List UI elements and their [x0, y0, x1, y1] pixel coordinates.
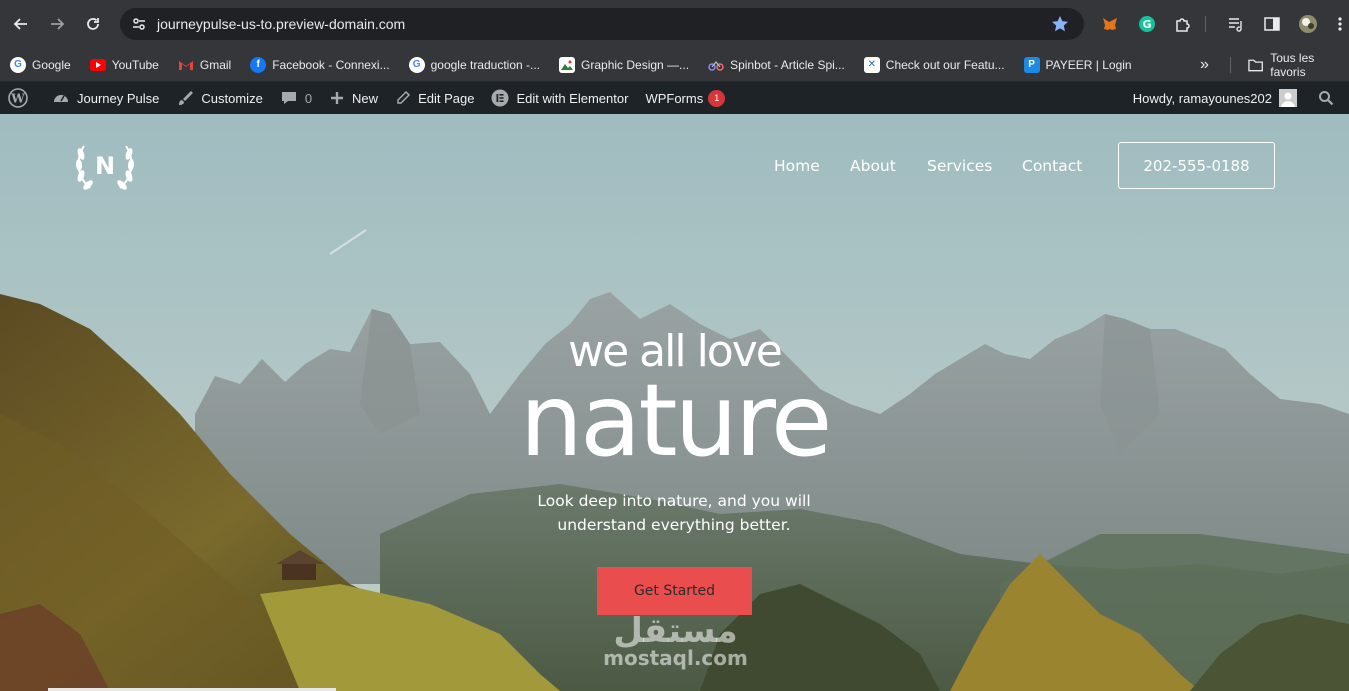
- elementor-label: Edit with Elementor: [516, 90, 629, 106]
- pencil-icon: [397, 90, 411, 104]
- svg-text:W: W: [10, 92, 25, 106]
- nav-home[interactable]: Home: [774, 157, 820, 175]
- wp-admin-bar-right: Howdy, ramayounes202: [1133, 82, 1341, 114]
- all-bookmarks-label: Tous les favoris: [1270, 51, 1315, 79]
- dashboard-gauge-icon: [54, 95, 68, 102]
- mostaql-watermark: مستقل mostaql.com: [593, 612, 758, 670]
- wp-search-button[interactable]: [1318, 90, 1341, 106]
- watermark-arabic: مستقل: [613, 611, 738, 651]
- bookmark-google-traduction[interactable]: G google traduction -...: [408, 56, 541, 73]
- extensions-puzzle-icon[interactable]: [1173, 14, 1193, 34]
- bookmark-gmail[interactable]: Gmail: [178, 57, 231, 73]
- my-account-link[interactable]: Howdy, ramayounes202: [1133, 89, 1304, 107]
- svg-text:G: G: [1142, 18, 1151, 31]
- folder-icon: [1248, 59, 1263, 72]
- url-text[interactable]: journeypulse-us-to.preview-domain.com: [157, 16, 405, 32]
- hero-tagline: Look deep into nature, and you will unde…: [474, 489, 874, 537]
- comments-count: 0: [304, 90, 313, 106]
- comment-bubble-icon: [281, 92, 296, 104]
- wordpress-logo-button[interactable]: W: [8, 88, 35, 108]
- bookmark-star-icon[interactable]: [1050, 14, 1070, 34]
- paintbrush-icon: [179, 91, 194, 105]
- facebook-icon: f: [250, 56, 267, 73]
- gmail-icon: [178, 57, 194, 73]
- hero-section: N Home About Services Contact 202-555-01…: [0, 114, 1349, 691]
- edit-page-link[interactable]: Edit Page: [395, 90, 474, 106]
- grammarly-extension-icon[interactable]: G: [1137, 14, 1157, 34]
- bookmarks-bar: G Google YouTube Gmail f Facebook - Conn…: [0, 48, 1349, 82]
- howdy-label: Howdy, ramayounes202: [1132, 90, 1272, 106]
- bookmark-label: Spinbot - Article Spi...: [730, 57, 845, 72]
- elementor-icon: [491, 89, 509, 107]
- bookmark-label: Facebook - Connexi...: [272, 57, 390, 72]
- bookmark-payeer[interactable]: P PAYEER | Login: [1023, 56, 1132, 73]
- spinbot-icon: [708, 57, 724, 73]
- nav-services[interactable]: Services: [927, 157, 992, 175]
- bookmark-label: Google: [32, 57, 71, 72]
- user-avatar-icon: [1279, 89, 1297, 107]
- more-bookmarks-chevron-icon: »: [1200, 56, 1209, 73]
- customize-label: Customize: [201, 90, 263, 106]
- bookmarks-divider: [1230, 48, 1231, 82]
- metamask-extension-icon[interactable]: [1100, 14, 1120, 34]
- new-content-link[interactable]: New: [329, 90, 378, 106]
- plus-icon: [331, 92, 344, 104]
- address-bar[interactable]: journeypulse-us-to.preview-domain.com: [120, 8, 1084, 40]
- site-name-link[interactable]: Journey Pulse: [52, 89, 159, 107]
- bookmark-label: PAYEER | Login: [1045, 57, 1132, 72]
- youtube-icon: [89, 58, 106, 71]
- phone-button[interactable]: 202-555-0188: [1118, 142, 1275, 189]
- get-started-button[interactable]: Get Started: [597, 567, 752, 615]
- edit-with-elementor-link[interactable]: Edit with Elementor: [491, 89, 628, 107]
- bookmark-graphic-design[interactable]: Graphic Design —...: [559, 56, 690, 73]
- search-icon: [1319, 91, 1334, 106]
- x-icon: ✕: [863, 56, 880, 73]
- google-icon: G: [10, 56, 26, 73]
- laurel-wreath-logo[interactable]: N: [72, 138, 138, 194]
- browser-toolbar: journeypulse-us-to.preview-domain.com G: [0, 0, 1349, 48]
- all-bookmarks-folder[interactable]: Tous les favoris: [1248, 48, 1349, 82]
- watermark-latin: mostaql.com: [603, 646, 748, 670]
- customize-link[interactable]: Customize: [176, 89, 263, 107]
- bookmark-google[interactable]: G Google: [10, 56, 71, 73]
- bookmark-spinbot[interactable]: Spinbot - Article Spi...: [708, 57, 845, 73]
- wp-admin-bar: W Journey Pulse Customize 0 New Edit Pag…: [0, 82, 1349, 114]
- edit-page-label: Edit Page: [418, 90, 475, 106]
- logo-letter: N: [95, 152, 115, 180]
- comments-link[interactable]: 0: [280, 89, 312, 107]
- tagline-line-2: understand everything better.: [557, 516, 791, 534]
- nav-contact[interactable]: Contact: [1022, 157, 1082, 175]
- back-arrow-icon[interactable]: [8, 11, 34, 37]
- site-settings-icon[interactable]: [130, 15, 148, 33]
- bookmark-youtube[interactable]: YouTube: [89, 57, 159, 72]
- bookmark-facebook[interactable]: f Facebook - Connexi...: [250, 56, 390, 73]
- profile-avatar[interactable]: [1298, 14, 1318, 34]
- bookmark-check-out[interactable]: ✕ Check out our Featu...: [863, 56, 1005, 73]
- new-label: New: [352, 90, 379, 106]
- payeer-icon: P: [1023, 56, 1040, 73]
- bookmark-label: Gmail: [199, 57, 232, 72]
- wpforms-link[interactable]: WPForms 1: [645, 89, 726, 107]
- bookmark-label: google traduction -...: [430, 57, 541, 72]
- google-icon: G: [408, 56, 425, 73]
- image-icon: [559, 56, 576, 73]
- side-panel-icon[interactable]: [1262, 14, 1282, 34]
- site-name-label: Journey Pulse: [77, 90, 160, 106]
- wpforms-label: WPForms: [645, 90, 704, 106]
- bookmark-label: Graphic Design —...: [581, 57, 690, 72]
- hero-heading: nature: [519, 362, 833, 479]
- tagline-line-1: Look deep into nature, and you will: [537, 492, 811, 510]
- bookmark-label: YouTube: [111, 57, 159, 72]
- chrome-menu-icon[interactable]: [1334, 14, 1346, 34]
- bookmark-label: Check out our Featu...: [885, 57, 1005, 72]
- reading-list-icon[interactable]: [1226, 14, 1246, 34]
- wpforms-notification-badge: 1: [708, 89, 726, 107]
- forward-arrow-icon[interactable]: [44, 11, 70, 37]
- toolbar-divider: [1200, 14, 1210, 34]
- more-bookmarks-button[interactable]: »: [1200, 48, 1209, 82]
- wordpress-icon: W: [8, 88, 28, 108]
- nav-about[interactable]: About: [850, 157, 896, 175]
- reload-icon[interactable]: [80, 11, 106, 37]
